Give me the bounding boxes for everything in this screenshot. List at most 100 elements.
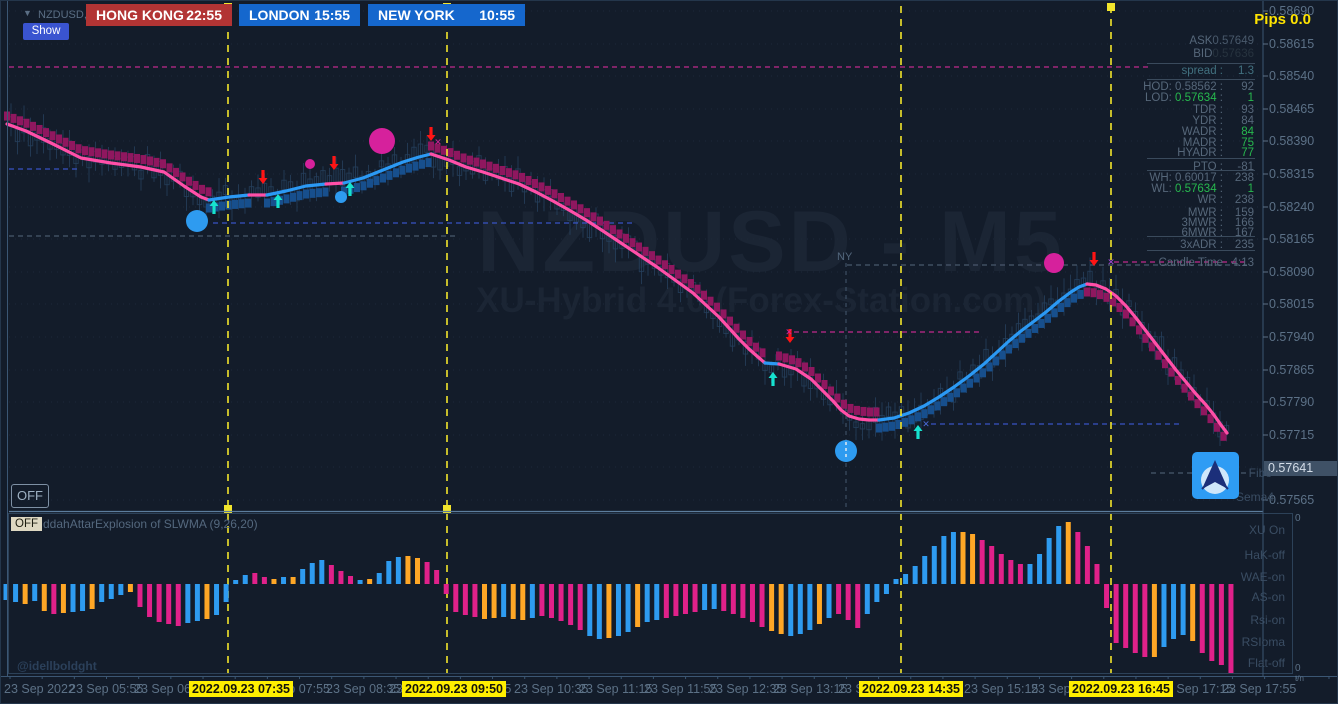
ma-ribbon-square — [153, 157, 160, 167]
histogram-bar — [271, 579, 277, 584]
chevron-down-icon[interactable]: ▼ — [23, 8, 32, 18]
indicator-off-button[interactable]: OFF — [11, 517, 42, 531]
ma-ribbon-square — [795, 358, 802, 368]
histogram-bar — [510, 584, 516, 619]
histogram-bar — [22, 584, 28, 604]
quote-separator — [1147, 170, 1255, 171]
indicator-toggle-as-on[interactable]: AS-on — [1252, 590, 1285, 604]
ma-ribbon-square — [290, 192, 296, 202]
ma-ribbon-square — [1116, 303, 1123, 312]
fibo-toggle-label[interactable]: Fibo — [1249, 466, 1272, 480]
ma-ribbon-square — [245, 198, 251, 208]
ma-ribbon-square — [399, 165, 406, 175]
ma-ribbon-square — [506, 168, 512, 178]
histogram-bar — [989, 546, 995, 584]
quote-row-value: 167 — [1234, 227, 1254, 239]
price-axis-label: 0.57565 — [1269, 493, 1315, 507]
ma-ribbon-square — [134, 153, 140, 163]
ma-ribbon-square — [960, 383, 967, 393]
histogram-bar — [883, 584, 889, 594]
ma-ribbon-square — [759, 348, 766, 358]
ma-ribbon-square — [121, 152, 127, 162]
histogram-bar — [338, 571, 344, 584]
histogram-bar — [855, 584, 861, 628]
histogram-bar — [395, 557, 401, 584]
histogram-bar — [759, 584, 765, 627]
quote-separator — [1147, 250, 1255, 251]
ma-ribbon-square — [828, 386, 834, 396]
quote-row: WR : 238 — [1061, 194, 1254, 206]
price-axis-label: 0.58315 — [1269, 167, 1315, 181]
indicator-toggle-rsioma[interactable]: RSIoma — [1242, 635, 1285, 649]
ma-ribbon-square — [393, 168, 399, 178]
session-box-newyork[interactable]: NEW YORK 10:55 — [368, 4, 525, 26]
price-axis-label: 0.57790 — [1269, 395, 1315, 409]
histogram-bar — [1065, 522, 1071, 584]
ma-ribbon-square — [486, 161, 493, 171]
histogram-bar — [836, 584, 842, 614]
ma-ribbon-square — [425, 158, 432, 168]
ma-ribbon-square — [603, 220, 610, 230]
price-axis-label: 0.57940 — [1269, 330, 1315, 344]
histogram-bar — [912, 566, 918, 584]
sema4-toggle-label[interactable]: Sema4 — [1236, 490, 1274, 504]
show-button[interactable]: Show — [23, 23, 69, 40]
current-price-box: 0.57641 — [1264, 461, 1337, 476]
histogram-bar — [367, 579, 373, 584]
histogram-bar — [32, 584, 38, 601]
ma-ribbon-square — [714, 302, 720, 312]
quote-row: 6MWR : 167 — [1061, 227, 1254, 239]
ma-ribbon-square — [82, 146, 88, 156]
quote-row-label: BID — [1193, 48, 1213, 60]
ma-ribbon-square — [616, 229, 623, 239]
ma-ribbon-square — [668, 264, 675, 274]
indicator-toggle-wae-on[interactable]: WAE-on — [1241, 570, 1285, 584]
ma-ribbon-square — [701, 290, 707, 300]
trading-terminal-window: NZDUSD - M5 XU-Hybrid 4.0 (Forex-Station… — [0, 0, 1338, 704]
indicator-toggle-xu-on[interactable]: XU On — [1249, 523, 1285, 537]
ma-ribbon-square — [636, 242, 642, 252]
ma-ribbon-square — [538, 182, 545, 192]
ma-ribbon-square — [454, 150, 460, 160]
ma-ribbon-square — [986, 362, 993, 372]
quote-row-label: WR : — [1197, 194, 1223, 206]
ma-ribbon-square — [192, 180, 199, 190]
histogram-bar — [1104, 584, 1110, 608]
ma-ribbon-square — [720, 309, 727, 319]
ma-ribbon-square — [623, 233, 629, 243]
ma-ribbon-square — [921, 409, 928, 419]
ma-ribbon-square — [30, 121, 36, 131]
chart-off-button[interactable]: OFF — [11, 484, 49, 508]
ma-ribbon-square — [551, 189, 558, 199]
histogram-bar — [137, 584, 143, 607]
histogram-bar — [1027, 564, 1033, 584]
ma-ribbon-square — [127, 153, 134, 163]
session-name: NEW YORK — [378, 7, 455, 23]
session-box-hongkong[interactable]: HONG KONG 22:55 — [86, 4, 232, 26]
ma-ribbon-square — [412, 161, 419, 171]
signal-circle — [186, 210, 208, 232]
indicator-toggle-flat-off[interactable]: Flat-off — [1248, 656, 1285, 670]
ma-ribbon-square — [649, 251, 655, 261]
histogram-bar — [596, 584, 602, 639]
time-axis-label: 23 Sep 05:55 — [69, 682, 144, 696]
indicator-toggle-rsi-on[interactable]: Rsi-on — [1250, 613, 1285, 627]
signal-dot — [305, 159, 315, 169]
histogram-bar — [300, 569, 306, 584]
histogram-bar — [1113, 584, 1119, 643]
indicator-toggle-hak-off[interactable]: HaK-off — [1245, 548, 1285, 562]
histogram-bar — [376, 573, 382, 584]
ma-ribbon-square — [179, 172, 186, 182]
histogram-bar — [721, 584, 727, 611]
ma-ribbon-square — [532, 179, 538, 189]
ma-ribbon-square — [815, 373, 821, 383]
ma-ribbon-square — [980, 368, 986, 378]
ma-ribbon-square — [186, 176, 192, 186]
session-box-london[interactable]: LONDON 15:55 — [239, 4, 360, 26]
ma-ribbon-square — [360, 181, 367, 191]
ma-ribbon-square — [821, 380, 828, 389]
histogram-bar — [462, 584, 468, 615]
ma-ribbon-square — [1090, 288, 1097, 298]
ma-ribbon-square — [941, 397, 947, 407]
histogram-bar — [472, 584, 478, 617]
